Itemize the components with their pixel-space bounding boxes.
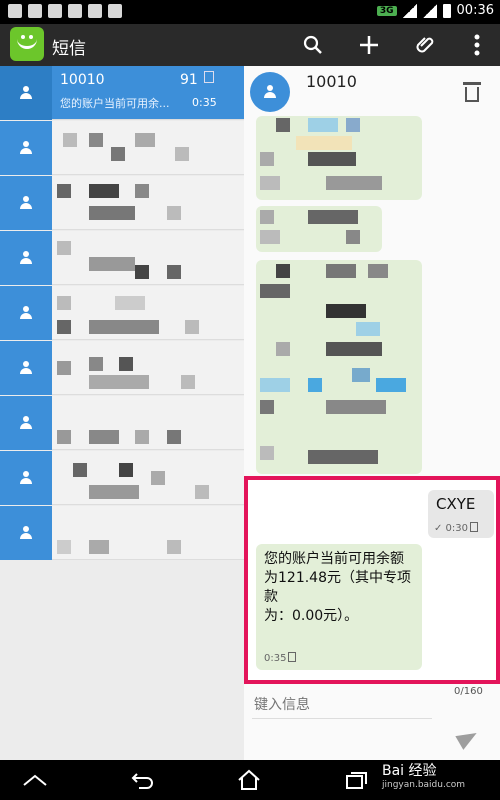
recent-apps-icon[interactable] <box>342 766 372 794</box>
avatar <box>0 396 52 450</box>
watermark: Bai 经验 jingyan.baidu.com <box>382 760 465 790</box>
person-icon <box>263 85 277 99</box>
conversation-item[interactable] <box>0 121 244 175</box>
network-type-badge: 3G <box>376 5 397 16</box>
pixelated-content <box>55 402 225 444</box>
pixelated-content <box>55 292 225 334</box>
sim-icon <box>288 652 297 662</box>
image-icon <box>48 4 62 18</box>
conversation-item[interactable] <box>0 231 244 285</box>
chevron-up-icon[interactable] <box>20 766 50 794</box>
message-preview: 您的账户当前可用余... <box>60 97 170 110</box>
notification-icon <box>28 4 42 18</box>
conversation-contact: 10010 <box>306 72 357 91</box>
action-bar: 短信 <box>0 24 500 66</box>
person-icon <box>19 416 33 430</box>
avatar <box>0 231 52 285</box>
message-bubble-blurred <box>256 206 382 252</box>
avatar <box>0 451 52 505</box>
home-icon[interactable] <box>234 766 264 794</box>
sim-icon <box>470 522 479 532</box>
highlighted-message-area: CXYE ✓ 0:30 您的账户当前可用余额 为121.48元（其中专项款 为：… <box>244 476 500 684</box>
settings-icon <box>88 4 102 18</box>
incoming-message-bubble[interactable]: 您的账户当前可用余额 为121.48元（其中专项款 为：0.00元）。 0:35 <box>256 544 422 670</box>
avatar <box>250 72 290 112</box>
conversation-header: 10010 <box>244 66 500 114</box>
back-icon[interactable] <box>128 766 158 794</box>
delete-trash-icon[interactable] <box>463 82 481 102</box>
send-icon[interactable] <box>458 730 478 746</box>
avatar <box>0 121 52 175</box>
message-meta: 0:35 <box>264 652 297 664</box>
signal-icon <box>402 3 417 18</box>
signal-icon <box>422 3 437 18</box>
pixelated-content <box>55 347 225 389</box>
battery-icon <box>442 3 451 18</box>
conversation-item[interactable] <box>0 451 244 505</box>
message-time: 0:35 <box>264 653 287 664</box>
watermark-url: jingyan.baidu.com <box>382 780 466 790</box>
avatar <box>0 176 52 230</box>
outgoing-message-bubble[interactable]: CXYE ✓ 0:30 <box>428 490 494 538</box>
person-icon <box>19 361 33 375</box>
overflow-menu-icon[interactable] <box>462 30 492 60</box>
message-bubble-blurred <box>256 116 422 200</box>
message-time: 0:35 <box>192 96 217 109</box>
watermark-brand: Bai 经验 <box>382 763 437 779</box>
pixelated-content <box>55 457 225 499</box>
pixelated-content <box>55 182 225 224</box>
pixelated-content <box>55 237 225 279</box>
avatar <box>0 66 52 120</box>
person-icon <box>19 196 33 210</box>
avatar <box>0 286 52 340</box>
message-count: 91 <box>180 72 198 88</box>
avatar <box>0 506 52 560</box>
app-title: 短信 <box>52 39 86 59</box>
sim-icon <box>204 71 214 83</box>
pixelated-content <box>55 127 225 169</box>
message-meta: ✓ 0:30 <box>434 522 479 534</box>
search-icon[interactable] <box>298 30 328 60</box>
message-bubble-blurred <box>256 260 422 474</box>
char-counter: 0/160 <box>454 686 483 697</box>
status-bar: 3G 00:36 <box>0 0 500 24</box>
message-text: CXYE <box>436 495 476 513</box>
messaging-app-logo-icon[interactable] <box>10 27 44 61</box>
message-time: ✓ 0:30 <box>434 523 469 534</box>
person-icon <box>19 86 33 100</box>
person-icon <box>19 306 33 320</box>
sync-icon <box>108 4 122 18</box>
person-icon <box>19 251 33 265</box>
conversation-item-10010[interactable]: 10010 91 您的账户当前可用余... 0:35 <box>0 66 244 120</box>
conversation-item[interactable] <box>0 286 244 340</box>
conversation-list: 10010 91 您的账户当前可用余... 0:35 <box>0 66 244 760</box>
conversation-item[interactable] <box>0 396 244 450</box>
pixelated-content <box>55 512 225 554</box>
compose-area: 0/160 <box>244 684 500 760</box>
clock: 00:36 <box>456 3 494 18</box>
conversation-item[interactable] <box>0 506 244 560</box>
contact-name: 10010 <box>60 72 105 88</box>
message-text: 您的账户当前可用余额 为121.48元（其中专项款 为：0.00元）。 <box>264 551 411 624</box>
message-input[interactable] <box>254 692 434 716</box>
attachment-icon[interactable] <box>411 30 441 60</box>
notification-icon <box>8 4 22 18</box>
new-message-plus-icon[interactable] <box>354 30 384 60</box>
image-icon <box>68 4 82 18</box>
conversation-item[interactable] <box>0 176 244 230</box>
avatar <box>0 341 52 395</box>
person-icon <box>19 526 33 540</box>
person-icon <box>19 471 33 485</box>
conversation-item[interactable] <box>0 341 244 395</box>
person-icon <box>19 141 33 155</box>
